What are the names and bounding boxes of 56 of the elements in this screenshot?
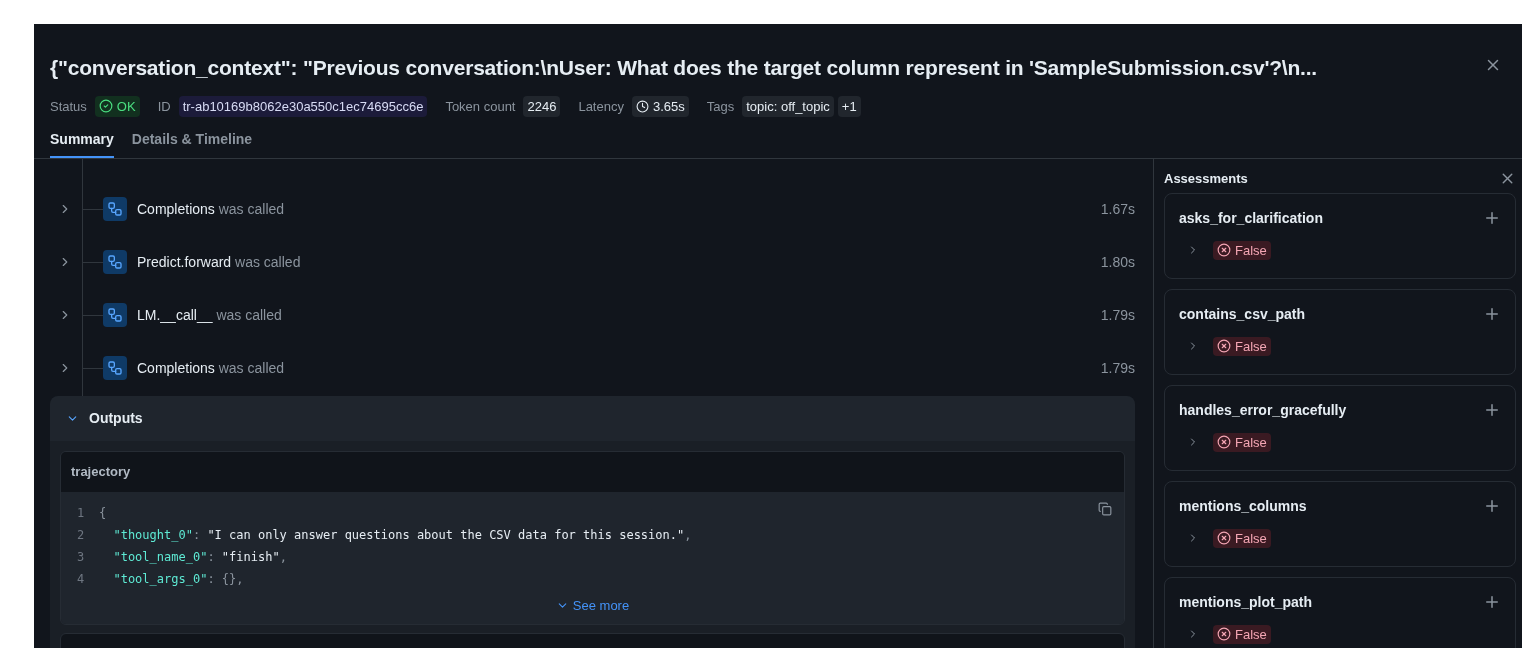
meta-label: Latency	[578, 97, 624, 116]
code-line: "tool_name_0": "finish",	[112, 549, 287, 566]
span-duration: 1.67s	[1100, 199, 1135, 219]
line-number: 3	[77, 549, 86, 566]
span-duration: 1.79s	[1100, 305, 1135, 325]
span-node-icon	[103, 356, 127, 380]
line-number: 1	[77, 505, 86, 522]
span-label[interactable]: Predict.forward was called	[137, 251, 301, 273]
trace-title: {"conversation_context": "Previous conversation:\nUser: What does the target column represent in 'SampleSubmission.csv'?\n...	[50, 55, 1317, 81]
token-count-badge: 2246	[523, 95, 561, 117]
assessment-name: asks_for_clarification	[1179, 208, 1323, 228]
add-button[interactable]	[1483, 209, 1501, 227]
tab[interactable]: Summary	[50, 129, 114, 158]
meta-label: Status	[50, 97, 87, 116]
assessment-name: contains_csv_path	[1179, 304, 1306, 324]
code-line: "tool_args_0": {},	[112, 571, 244, 588]
tab[interactable]: Details & Timeline	[131, 129, 253, 158]
assessment-name: mentions_plot_path	[1179, 592, 1312, 612]
assessment-name: mentions_columns	[1179, 496, 1307, 516]
assessment-value-badge: False	[1213, 624, 1271, 644]
span-node-icon	[103, 250, 127, 274]
meta-label: Tags	[706, 97, 735, 116]
span-duration: 1.80s	[1100, 252, 1135, 272]
assessment-name: handles_error_gracefully	[1179, 400, 1347, 420]
add-button[interactable]	[1483, 401, 1501, 419]
span-label[interactable]: LM.__call__ was called	[137, 304, 282, 326]
assessment-value-badge: False	[1213, 432, 1271, 452]
span-label[interactable]: Completions was called	[137, 357, 285, 379]
assessments-heading: Assessments	[1164, 170, 1248, 188]
add-button[interactable]	[1483, 593, 1501, 611]
outputs-header[interactable]: Outputs	[50, 396, 1135, 441]
assessment-value-badge: False	[1213, 240, 1271, 260]
copy-icon[interactable]	[1098, 502, 1112, 516]
line-number: 4	[77, 571, 86, 588]
code-line: "thought_0": "I can only answer questions about the CSV data for this session.",	[112, 527, 692, 544]
span-node-icon	[103, 303, 127, 327]
status-badge: OK	[94, 95, 140, 117]
span-node-icon	[103, 197, 127, 221]
span-duration: 1.79s	[1100, 358, 1135, 378]
add-button[interactable]	[1483, 305, 1501, 323]
assessment-value-badge: False	[1213, 528, 1271, 548]
tag-badge[interactable]: topic: off_topic	[742, 95, 834, 117]
add-button[interactable]	[1483, 497, 1501, 515]
see-more-link[interactable]: See more	[555, 596, 630, 616]
trace-id-badge: tr-ab10169b8062e30a550c1ec74695cc6e	[178, 95, 428, 117]
meta-label: ID	[157, 97, 171, 116]
code-line: {	[99, 505, 107, 522]
line-number: 2	[77, 527, 86, 544]
field-name: trajectory	[61, 452, 1124, 492]
latency-badge: 3.65s	[631, 95, 689, 117]
check-circle-icon	[98, 99, 113, 114]
assessment-value-badge: False	[1213, 336, 1271, 356]
tag-badge[interactable]: +1	[837, 95, 861, 117]
meta-label: Token count	[445, 97, 516, 116]
span-label[interactable]: Completions was called	[137, 198, 285, 220]
clock-icon	[635, 99, 649, 113]
